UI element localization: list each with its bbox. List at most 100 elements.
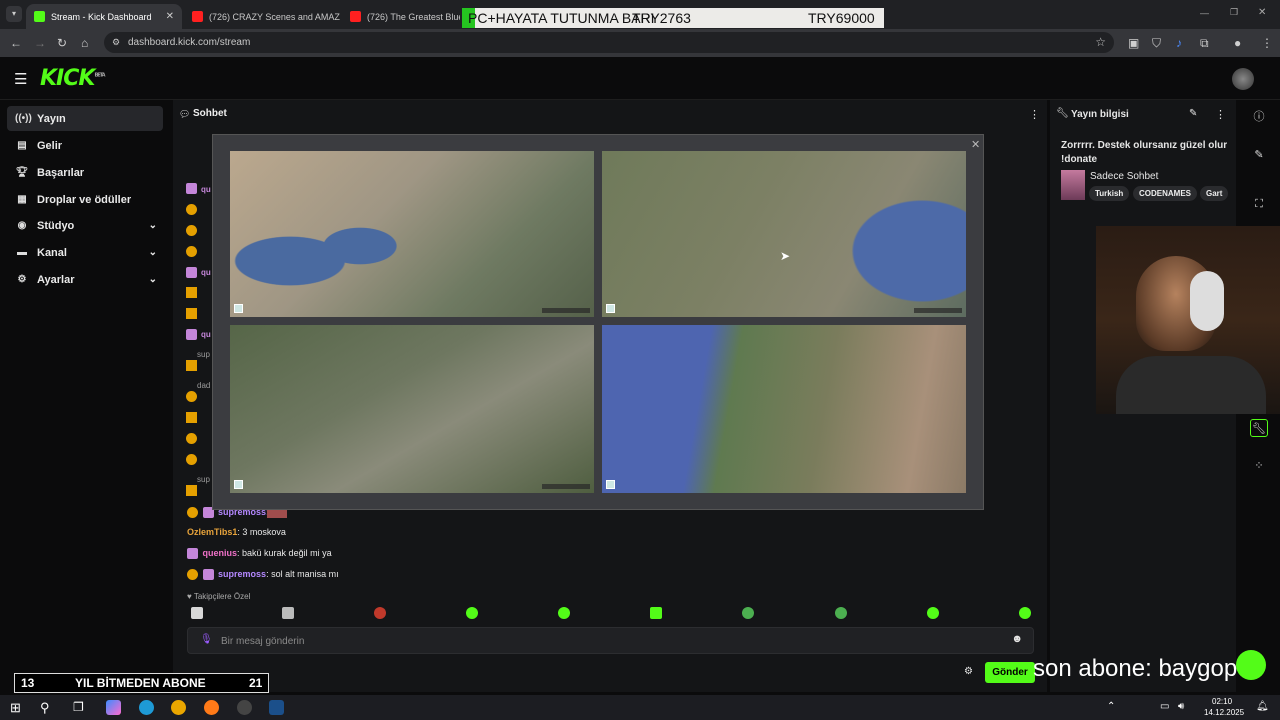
clock-date[interactable]: 14.12.2025 bbox=[1204, 708, 1244, 717]
emote-icon[interactable] bbox=[558, 607, 570, 619]
map-controls[interactable] bbox=[542, 484, 590, 489]
tab-kick-dashboard[interactable]: Stream - Kick Dashboard ✕ bbox=[26, 4, 182, 29]
close-window-icon[interactable]: ✕ bbox=[1258, 7, 1266, 18]
chrome-icon[interactable] bbox=[171, 700, 186, 715]
emote-icon[interactable] bbox=[835, 607, 847, 619]
kick-floating-button[interactable] bbox=[1236, 650, 1266, 680]
tab-youtube-2[interactable]: (726) The Greatest Blues Ba bbox=[342, 4, 460, 29]
sidebar-icon[interactable]: ▣ bbox=[1128, 36, 1139, 50]
copilot-icon[interactable] bbox=[106, 700, 121, 715]
gift-icon: ▦ bbox=[17, 194, 27, 205]
send-button[interactable]: Gönder bbox=[985, 662, 1035, 683]
sidebar-item-studyo[interactable]: ◉ Stüdyo ⌄ bbox=[7, 213, 163, 238]
badge-icon bbox=[186, 308, 197, 319]
close-overlay-icon[interactable]: ✕ bbox=[971, 138, 980, 151]
sidebar-item-droplar[interactable]: ▦ Droplar ve ödüller bbox=[7, 187, 163, 212]
tab-search-dropdown[interactable]: ▾ bbox=[6, 6, 22, 22]
windows-start-icon[interactable]: ⊞ bbox=[10, 700, 21, 716]
satellite-map-top-left[interactable] bbox=[230, 151, 594, 317]
clock-time[interactable]: 02:10 bbox=[1212, 697, 1232, 706]
category-name[interactable]: Sadece Sohbet bbox=[1090, 171, 1158, 182]
badge-icon bbox=[186, 267, 197, 278]
mouse-cursor-icon: ➤ bbox=[780, 249, 791, 263]
expand-icon[interactable]: ⛶ bbox=[1250, 195, 1268, 213]
chat-message-input[interactable]: 🎙︎ Bir mesaj gönderin ☻ bbox=[187, 627, 1034, 654]
tag-codenames[interactable]: CODENAMES bbox=[1133, 186, 1198, 201]
streamer-body bbox=[1116, 356, 1266, 414]
emote-icon[interactable] bbox=[742, 607, 754, 619]
info-icon[interactable]: ⓘ bbox=[1250, 108, 1268, 126]
extension-audio-icon[interactable]: ♪ bbox=[1176, 36, 1182, 50]
emote-icon[interactable] bbox=[282, 607, 294, 619]
tray-volume-icon[interactable]: 🔊︎ bbox=[1178, 701, 1184, 712]
tray-network-icon[interactable]: ▭ bbox=[1160, 701, 1169, 712]
site-info-icon[interactable]: ⚙ bbox=[112, 32, 120, 53]
chat-settings-icon[interactable]: ⚙ bbox=[964, 666, 973, 677]
address-bar[interactable]: ⚙ dashboard.kick.com/stream ☆ bbox=[104, 32, 1114, 53]
emote-icon[interactable] bbox=[927, 607, 939, 619]
tag-gart[interactable]: Gart bbox=[1200, 186, 1228, 201]
sidebar-item-basarilar[interactable]: 🏆︎ Başarılar bbox=[7, 160, 163, 185]
satellite-map-top-right[interactable] bbox=[602, 151, 966, 317]
chat-menu-kebab-icon[interactable]: ⋮ bbox=[1029, 108, 1040, 121]
user-avatar[interactable] bbox=[1232, 68, 1254, 90]
obs-icon[interactable] bbox=[237, 700, 252, 715]
sidebar-item-label: Başarılar bbox=[37, 166, 85, 179]
search-icon[interactable]: ⚲ bbox=[40, 700, 50, 716]
forward-icon[interactable]: → bbox=[34, 36, 46, 50]
tray-chevron-icon[interactable]: ⌃ bbox=[1107, 701, 1115, 712]
emote-icon[interactable] bbox=[650, 607, 662, 619]
minimize-icon[interactable]: — bbox=[1200, 8, 1209, 18]
heart-icon: ♥ bbox=[187, 592, 192, 601]
sub-goal-current: 13 bbox=[21, 676, 35, 690]
task-view-icon[interactable]: ❐ bbox=[73, 700, 84, 714]
url-text: dashboard.kick.com/stream bbox=[128, 37, 251, 48]
microphone-icon[interactable]: 🎙︎ bbox=[200, 634, 213, 645]
maximize-icon[interactable]: ❐ bbox=[1230, 7, 1238, 18]
sidebar-item-label: Gelir bbox=[37, 139, 63, 152]
bookmark-star-icon[interactable]: ☆ bbox=[1095, 32, 1106, 53]
emote-icon[interactable] bbox=[1019, 607, 1031, 619]
sidebar-item-ayarlar[interactable]: ⚙ Ayarlar ⌄ bbox=[7, 267, 163, 292]
hamburger-menu-icon[interactable]: ☰ bbox=[14, 70, 27, 88]
profile-icon[interactable]: ● bbox=[1234, 36, 1241, 50]
followers-only-text: Takipçilere Özel bbox=[193, 592, 251, 601]
apps-icon[interactable]: ⁘ bbox=[1250, 457, 1268, 475]
close-tab-icon[interactable]: ✕ bbox=[160, 11, 174, 22]
sidebar-item-yayin[interactable]: ((•)) Yayın bbox=[7, 106, 163, 131]
chat-username[interactable]: quenius bbox=[203, 548, 238, 558]
map-controls[interactable] bbox=[542, 308, 590, 313]
sidebar-item-kanal[interactable]: ▬ Kanal ⌄ bbox=[7, 240, 163, 265]
steam-icon[interactable] bbox=[269, 700, 284, 715]
satellite-map-bottom-left[interactable] bbox=[230, 325, 594, 493]
wrench-tool-icon[interactable]: 🔧︎ bbox=[1250, 419, 1268, 437]
edit-icon[interactable]: ✎ bbox=[1250, 146, 1268, 164]
satellite-map-bottom-right[interactable] bbox=[602, 325, 966, 493]
shield-icon[interactable]: ⛉ bbox=[1152, 36, 1161, 51]
edge-icon[interactable] bbox=[139, 700, 154, 715]
menu-kebab-icon[interactable]: ⋮ bbox=[1261, 36, 1273, 50]
back-icon[interactable]: ← bbox=[10, 36, 22, 50]
category-thumbnail[interactable] bbox=[1061, 170, 1085, 200]
emoji-icon[interactable]: ☻ bbox=[1011, 633, 1023, 645]
badge-icon bbox=[186, 433, 197, 444]
tab-youtube-1[interactable]: (726) CRAZY Scenes and AMAZ ✕ bbox=[184, 4, 340, 29]
chat-username[interactable]: supremoss bbox=[218, 569, 266, 579]
kick-logo[interactable]: KICKBETA bbox=[40, 66, 106, 91]
notification-icon[interactable]: 🔔︎ bbox=[1256, 701, 1269, 712]
sidebar-item-gelir[interactable]: ▤ Gelir bbox=[7, 133, 163, 158]
chat-input-placeholder: Bir mesaj gönderin bbox=[221, 636, 305, 647]
chat-username[interactable]: OzlemTibs1 bbox=[187, 527, 237, 537]
home-icon[interactable]: ⌂ bbox=[81, 36, 88, 50]
map-corner-marker bbox=[606, 304, 615, 313]
info-menu-kebab-icon[interactable]: ⋮ bbox=[1215, 108, 1226, 121]
tag-turkish[interactable]: Turkish bbox=[1089, 186, 1130, 201]
extensions-icon[interactable]: ⧉ bbox=[1200, 36, 1209, 51]
edit-pencil-icon[interactable]: ✎ bbox=[1189, 108, 1197, 119]
reload-icon[interactable]: ↻ bbox=[57, 36, 67, 50]
emote-icon[interactable] bbox=[374, 607, 386, 619]
firefox-icon[interactable] bbox=[204, 700, 219, 715]
emote-icon[interactable] bbox=[191, 607, 203, 619]
map-controls[interactable] bbox=[914, 308, 962, 313]
emote-icon[interactable] bbox=[466, 607, 478, 619]
